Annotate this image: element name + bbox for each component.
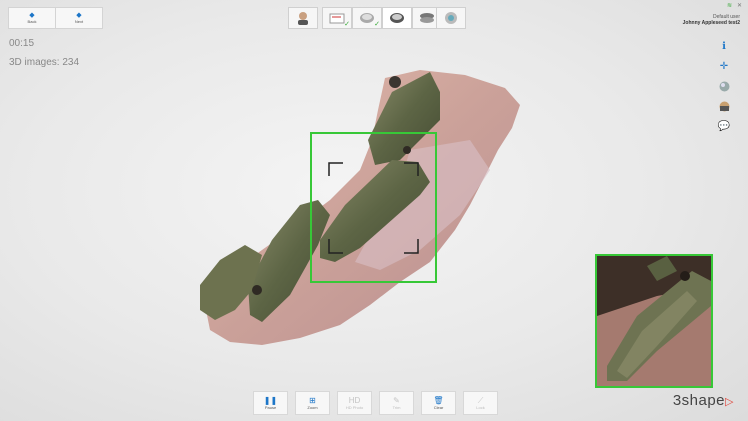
live-camera-image — [597, 256, 711, 386]
hd-photo-icon: HD — [348, 396, 361, 405]
scan-body-top — [389, 76, 401, 88]
clear-button[interactable]: 🗑 Clear — [421, 391, 456, 415]
brand-logo: 3shape▷ — [672, 392, 734, 409]
zoom-icon: ⊞ — [309, 396, 316, 405]
zoom-button[interactable]: ⊞ Zoom — [295, 391, 330, 415]
lock-button[interactable]: ⟋ Lock — [463, 391, 498, 415]
scan-body-hole — [403, 146, 411, 154]
pause-icon: ❚❚ — [263, 396, 278, 405]
trim-button[interactable]: ✎ Trim — [379, 391, 414, 415]
scan-body-hole — [252, 285, 262, 295]
lock-icon: ⟋ — [477, 396, 484, 405]
pause-button[interactable]: ❚❚ Pause — [253, 391, 288, 415]
bottom-toolbar: ❚❚ Pause ⊞ Zoom HD HD Photo ✎ Trim 🗑 Cle… — [253, 391, 498, 415]
trash-icon: 🗑 — [433, 396, 444, 405]
trim-icon: ✎ — [393, 396, 400, 405]
logo-triangle-icon: ▷ — [725, 396, 734, 408]
live-camera-view — [595, 254, 713, 388]
hd-photo-button[interactable]: HD HD Photo — [337, 391, 372, 415]
